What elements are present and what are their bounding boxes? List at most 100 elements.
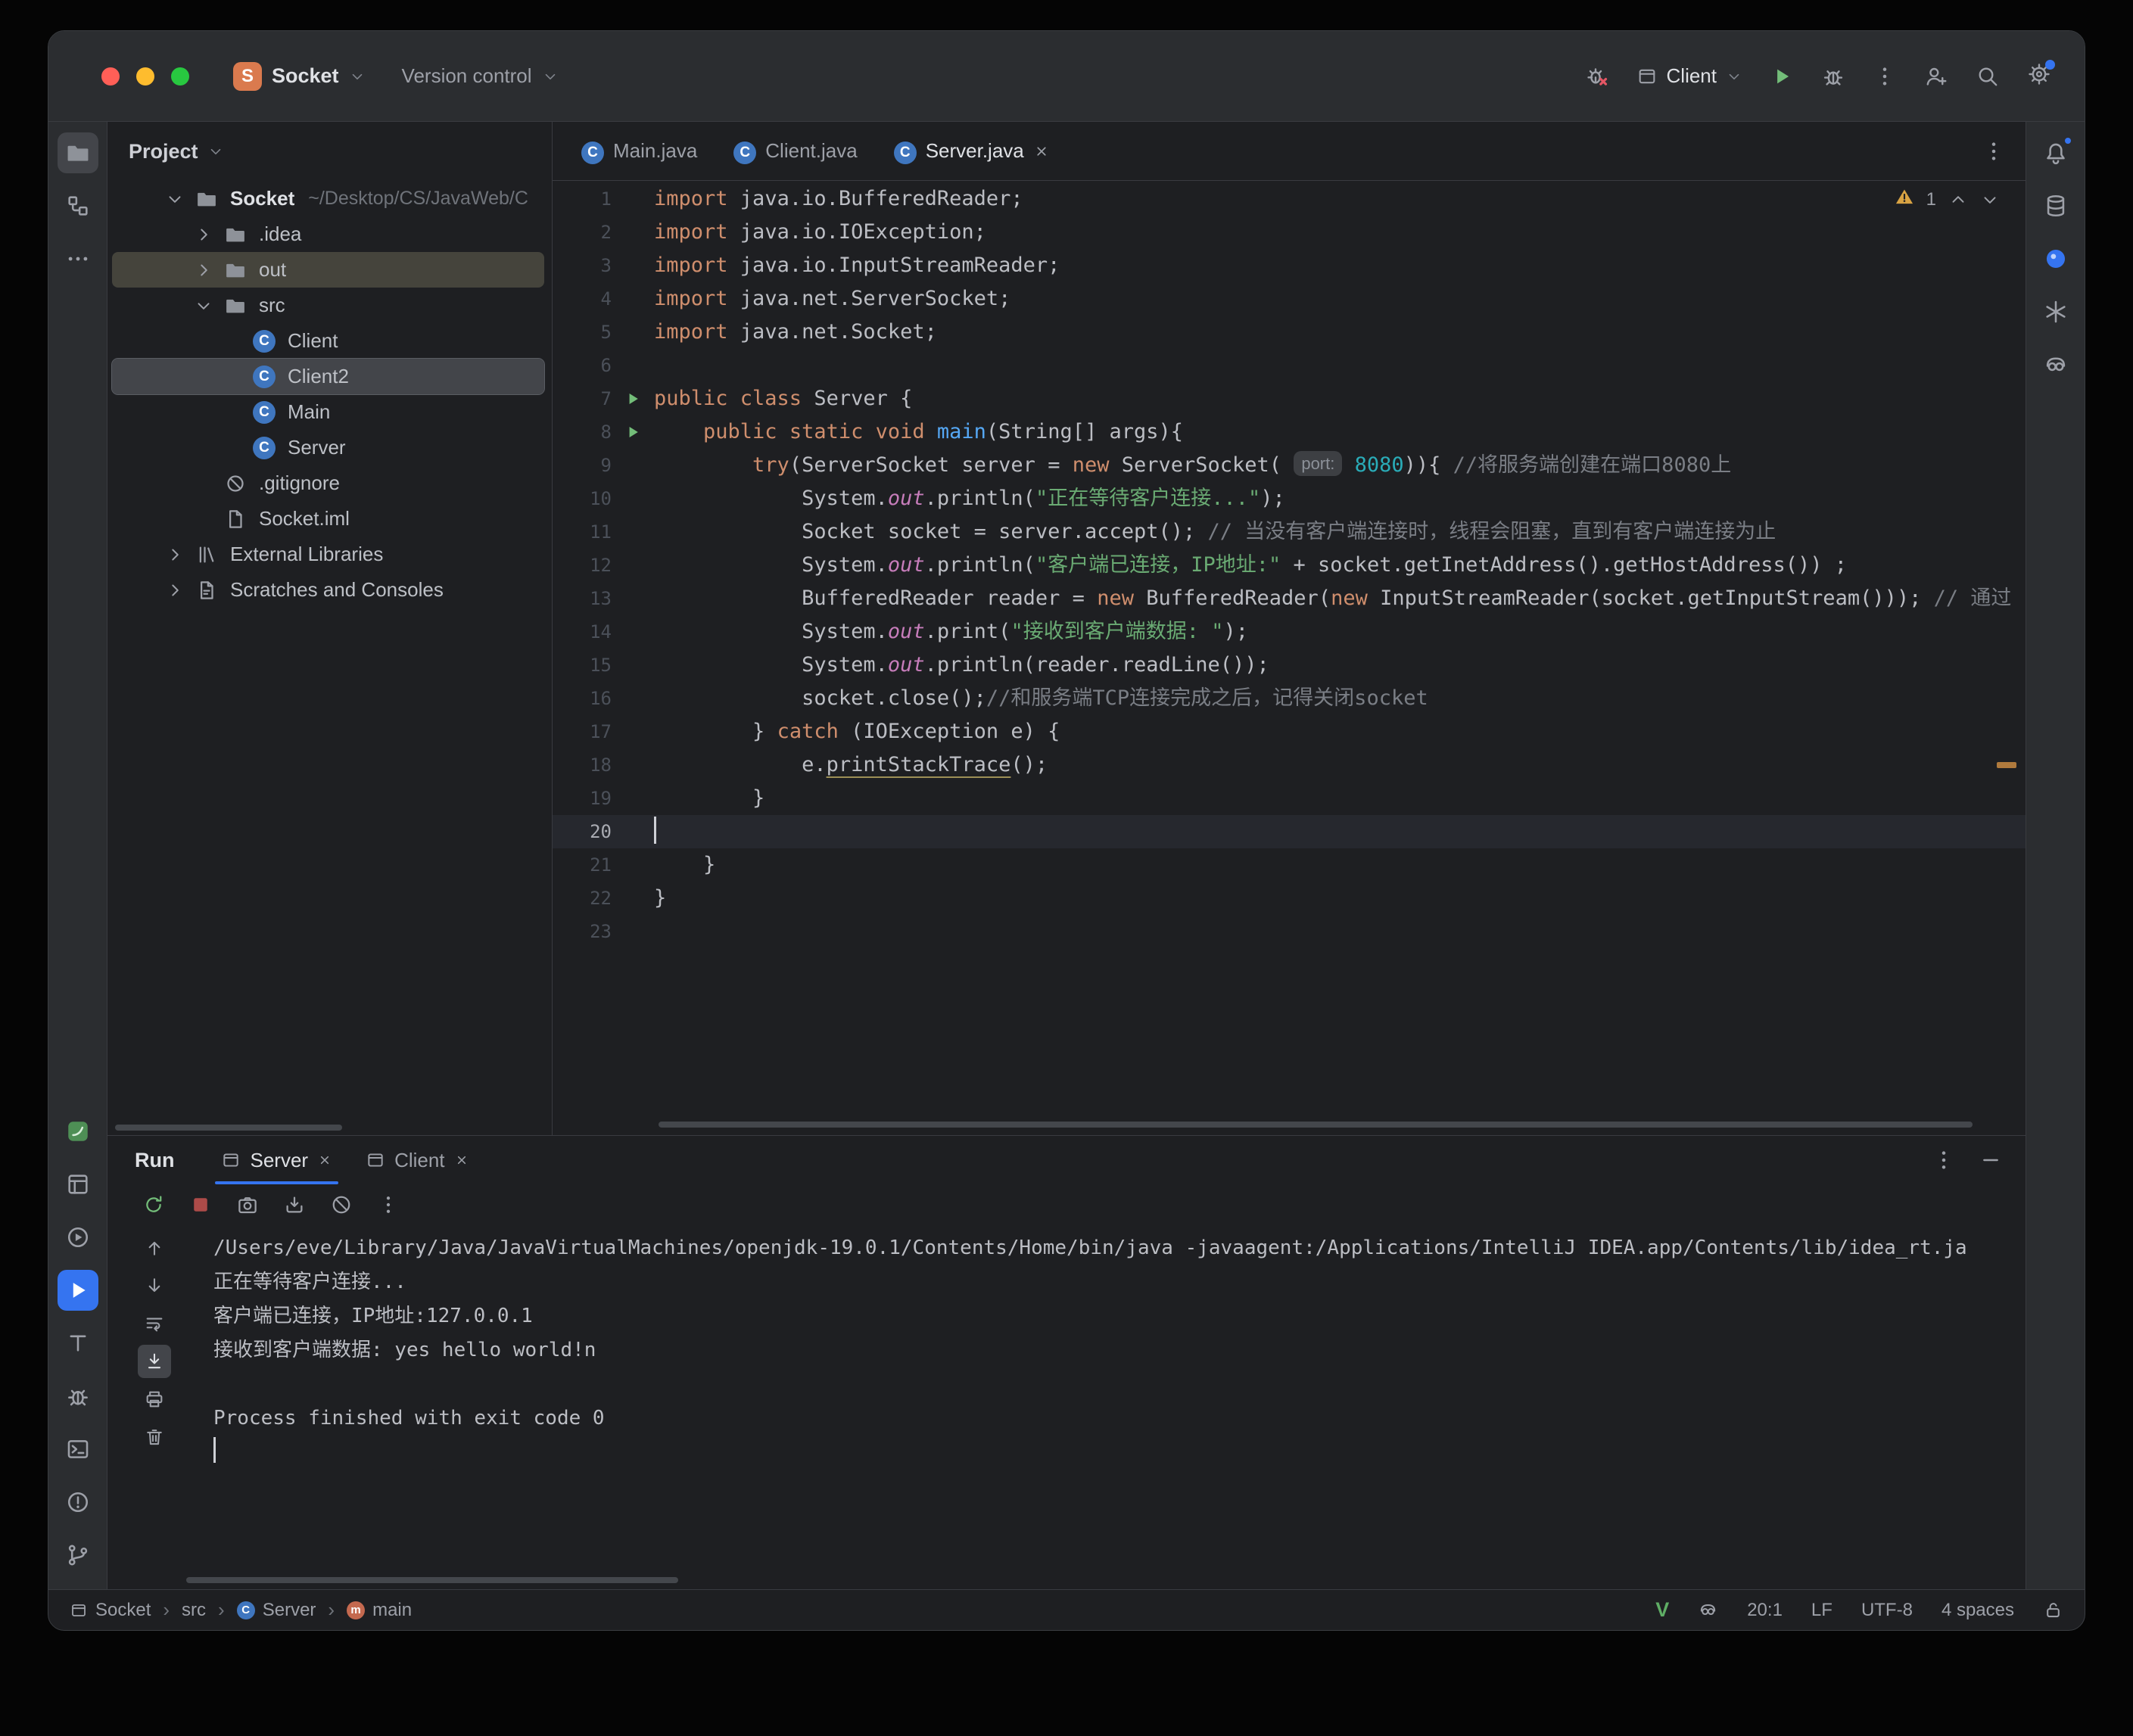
structure-tool-button[interactable] — [58, 185, 98, 226]
console-horizontal-scrollbar[interactable] — [186, 1577, 678, 1583]
chevron-right-icon[interactable] — [194, 225, 215, 244]
code-line-15[interactable]: 15 System.out.println(reader.readLine())… — [553, 649, 2026, 682]
chevron-right-icon[interactable] — [165, 580, 186, 600]
warning-stripe-mark[interactable] — [1997, 762, 2016, 768]
indent-style[interactable]: 4 spaces — [1941, 1600, 2014, 1621]
print-icon[interactable] — [138, 1383, 171, 1416]
run-tool-button[interactable] — [57, 1270, 98, 1311]
soft-wrap-icon[interactable] — [138, 1307, 171, 1340]
code-line-2[interactable]: 2 import java.io.IOException; — [553, 216, 2026, 249]
code-line-11[interactable]: 11 Socket socket = server.accept(); // 当… — [553, 515, 2026, 549]
close-tab-icon[interactable] — [1033, 143, 1050, 160]
terminal-tool-button[interactable] — [58, 1429, 98, 1470]
run-options-icon[interactable] — [1932, 1148, 1956, 1172]
scroll-to-end-icon[interactable] — [138, 1345, 171, 1378]
code-line-22[interactable]: 22} — [553, 882, 2026, 915]
close-window-button[interactable] — [101, 67, 120, 86]
thread-dump-icon[interactable] — [236, 1193, 259, 1216]
code-line-4[interactable]: 4 import java.net.ServerSocket; — [553, 282, 2026, 316]
stop-icon[interactable] — [189, 1193, 212, 1216]
code-with-me-icon[interactable] — [1924, 64, 1948, 89]
code-line-1[interactable]: 1 import java.io.BufferedReader; — [553, 182, 2026, 216]
tree-item-client[interactable]: C Client — [112, 323, 544, 359]
more-actions-icon[interactable] — [1873, 64, 1897, 89]
import-icon[interactable] — [283, 1193, 306, 1216]
code-line-7[interactable]: 7 public class Server { — [553, 382, 2026, 415]
project-tool-button[interactable] — [57, 132, 98, 173]
project-panel-header[interactable]: Project — [107, 122, 552, 181]
console-output[interactable]: /Users/eve/Library/Java/JavaVirtualMachi… — [186, 1231, 2026, 1589]
chevron-right-icon[interactable] — [165, 545, 186, 565]
code-line-8[interactable]: 8 public static void main(String[] args)… — [553, 415, 2026, 449]
git-tool-button[interactable] — [58, 1535, 98, 1576]
prev-problem-icon[interactable] — [1948, 190, 1968, 210]
project-widget[interactable]: S Socket — [233, 61, 366, 91]
close-tab-icon[interactable] — [454, 1153, 469, 1168]
tree-item--gitignore[interactable]: .gitignore — [112, 465, 544, 501]
database-tool-button[interactable] — [2035, 185, 2076, 226]
tree-item-src[interactable]: src — [112, 288, 544, 323]
copilot-status-icon[interactable] — [1698, 1600, 1718, 1620]
editor-tab-main-java[interactable]: C Main.java — [563, 122, 715, 180]
line-separator[interactable]: LF — [1811, 1600, 1833, 1621]
hide-panel-icon[interactable] — [1979, 1148, 2003, 1172]
code-line-14[interactable]: 14 System.out.print("接收到客户端数据: "); — [553, 615, 2026, 649]
code-line-3[interactable]: 3 import java.io.InputStreamReader; — [553, 249, 2026, 282]
code-editor[interactable]: 1 import java.io.BufferedReader; 2 import j… — [553, 181, 2026, 1135]
code-line-9[interactable]: 9 try(ServerSocket server = new ServerSo… — [553, 449, 2026, 482]
version-control-widget[interactable]: Version control — [402, 64, 559, 88]
todo-tool-button[interactable] — [58, 1323, 98, 1364]
code-line-6[interactable]: 6 — [553, 349, 2026, 382]
notifications-tool-button[interactable] — [2035, 132, 2076, 173]
editor-horizontal-scrollbar[interactable] — [659, 1122, 1973, 1128]
dependencies-tool-button[interactable] — [58, 1164, 98, 1205]
search-icon[interactable] — [1976, 64, 2000, 89]
lock-icon[interactable] — [2043, 1600, 2063, 1620]
breadcrumb-server[interactable]: C Server — [236, 1600, 316, 1621]
tree-item-socket[interactable]: Socket ~/Desktop/CS/JavaWeb/C — [112, 181, 544, 216]
bug-error-icon[interactable] — [1585, 64, 1609, 89]
debug-tool-button[interactable] — [58, 1376, 98, 1417]
console-more-icon[interactable] — [377, 1193, 400, 1216]
project-horizontal-scrollbar[interactable] — [115, 1125, 342, 1131]
tree-item-socket-iml[interactable]: Socket.iml — [112, 501, 544, 537]
chevron-right-icon[interactable] — [194, 260, 215, 280]
run-config-selector[interactable]: Client — [1636, 64, 1742, 88]
run-tab-server[interactable]: Server — [204, 1136, 349, 1184]
breadcrumb-socket[interactable]: Socket — [70, 1600, 151, 1621]
problems-tool-button[interactable] — [58, 1482, 98, 1523]
services-tool-button[interactable] — [58, 1217, 98, 1258]
copilot-tool-button[interactable] — [2035, 344, 2076, 385]
editor-tab-client-java[interactable]: C Client.java — [715, 122, 875, 180]
code-line-13[interactable]: 13 BufferedReader reader = new BufferedR… — [553, 582, 2026, 615]
tree-item-out[interactable]: out — [112, 252, 544, 288]
code-line-19[interactable]: 19 } — [553, 782, 2026, 815]
run-tab-client[interactable]: Client — [349, 1136, 485, 1184]
tree-item-server[interactable]: C Server — [112, 430, 544, 465]
code-line-17[interactable]: 17 } catch (IOException e) { — [553, 715, 2026, 748]
vim-plugin-icon[interactable]: V — [1655, 1598, 1669, 1622]
run-button[interactable] — [1770, 64, 1794, 89]
code-line-5[interactable]: 5 import java.net.Socket; — [553, 316, 2026, 349]
code-line-23[interactable]: 23 — [553, 915, 2026, 948]
code-line-20[interactable]: 20 — [553, 815, 2026, 848]
breadcrumb-main[interactable]: m main — [347, 1600, 412, 1621]
debug-button[interactable] — [1821, 64, 1845, 89]
rerun-icon[interactable] — [142, 1193, 165, 1216]
code-line-12[interactable]: 12 System.out.println("客户端已连接，IP地址:" + s… — [553, 549, 2026, 582]
down-stack-trace-icon[interactable] — [138, 1269, 171, 1302]
tree-item-scratches-and-consoles[interactable]: Scratches and Consoles — [112, 572, 544, 608]
settings-button[interactable] — [2027, 60, 2055, 90]
code-line-10[interactable]: 10 System.out.println("正在等待客户连接..."); — [553, 482, 2026, 515]
chevron-down-icon[interactable] — [194, 296, 215, 316]
run-gutter-icon[interactable] — [612, 415, 654, 449]
zoom-window-button[interactable] — [171, 67, 189, 86]
tree-item--idea[interactable]: .idea — [112, 216, 544, 252]
run-gutter-icon[interactable] — [612, 382, 654, 415]
clear-console-icon[interactable] — [138, 1420, 171, 1454]
tab-options-icon[interactable] — [1982, 139, 2006, 163]
tree-item-main[interactable]: C Main — [112, 394, 544, 430]
more-tools-tool-button[interactable] — [58, 238, 98, 279]
code-line-18[interactable]: 18 e.printStackTrace(); — [553, 748, 2026, 782]
inspections-widget[interactable]: 1 — [1895, 187, 2000, 212]
